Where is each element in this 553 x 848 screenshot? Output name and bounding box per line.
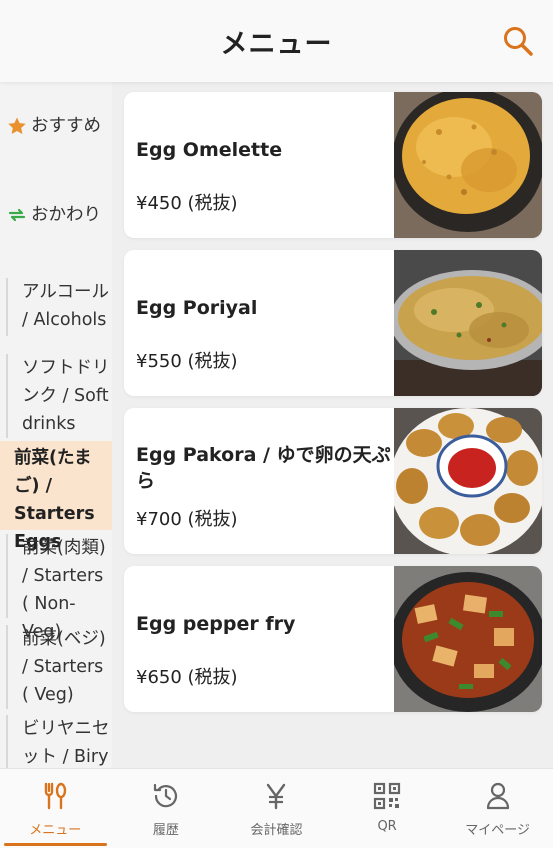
fork-knife-icon bbox=[40, 781, 70, 811]
sidebar-item-label: ビリヤニセット / Biry bbox=[22, 719, 110, 767]
person-icon bbox=[483, 781, 513, 811]
bottom-navigation: メニュー 履歴 会計確認 QR マイページ bbox=[0, 768, 553, 848]
yen-icon bbox=[261, 781, 291, 811]
nav-label: 履歴 bbox=[152, 823, 179, 838]
nav-bill-check[interactable]: 会計確認 bbox=[221, 769, 332, 848]
sidebar-item-starters-eggs[interactable]: 前菜(たまご) / Starters Eggs bbox=[0, 441, 112, 552]
sidebar-item-alcohols[interactable]: アルコール / Alcohols bbox=[6, 278, 112, 336]
nav-label: マイページ bbox=[465, 823, 531, 838]
sidebar-item-starters-non-veg[interactable]: 前菜(肉類) / Starters ( Non- Veg) bbox=[6, 534, 112, 642]
nav-label: 会計確認 bbox=[250, 823, 303, 838]
sidebar-item-recommended[interactable]: おすすめ bbox=[0, 112, 112, 140]
sidebar-item-starters-veg[interactable]: 前菜(ベジ) / Starters ( Veg) bbox=[6, 625, 112, 709]
menu-card-egg-omelette[interactable]: Egg Omelette ¥450 (税抜) bbox=[124, 92, 542, 238]
menu-item-price: ¥650 (税抜) bbox=[136, 667, 238, 688]
sidebar-item-label: おかわり bbox=[31, 205, 101, 225]
sidebar-item-biryani-set[interactable]: ビリヤニセット / Biry bbox=[6, 715, 112, 768]
sidebar-item-label: 前菜(ベジ) / Starters ( Veg) bbox=[22, 629, 106, 705]
qr-code-icon bbox=[372, 781, 402, 811]
search-button[interactable] bbox=[501, 24, 535, 58]
egg-omelette-image bbox=[394, 92, 542, 238]
menu-item-price: ¥700 (税抜) bbox=[136, 509, 238, 530]
menu-item-name: Egg Omelette bbox=[136, 139, 283, 161]
nav-history[interactable]: 履歴 bbox=[111, 769, 222, 848]
nav-label: メニュー bbox=[29, 823, 82, 838]
refresh-icon bbox=[7, 205, 27, 225]
category-sidebar: おすすめ おかわり アルコール / Alcohols ソフトドリンク / Sof… bbox=[0, 82, 112, 768]
sidebar-item-label: アルコール / Alcohols bbox=[22, 282, 109, 330]
menu-item-name: Egg pepper fry bbox=[136, 613, 296, 635]
nav-my-page[interactable]: マイページ bbox=[442, 769, 553, 848]
sidebar-item-soft-drinks[interactable]: ソフトドリンク / Soft drinks bbox=[6, 354, 112, 438]
search-icon bbox=[504, 27, 533, 56]
nav-qr[interactable]: QR bbox=[332, 769, 443, 848]
menu-item-price: ¥450 (税抜) bbox=[136, 193, 238, 214]
app-header: メニュー bbox=[0, 0, 553, 82]
star-icon bbox=[7, 116, 27, 136]
menu-card-egg-poriyal[interactable]: Egg Poriyal ¥550 (税抜) bbox=[124, 250, 542, 396]
nav-menu[interactable]: メニュー bbox=[0, 769, 111, 848]
egg-pakora-image bbox=[394, 408, 542, 554]
menu-card-egg-pepper-fry[interactable]: Egg pepper fry ¥650 (税抜) bbox=[124, 566, 542, 712]
menu-item-price: ¥550 (税抜) bbox=[136, 351, 238, 372]
sidebar-item-label: ソフトドリンク / Soft drinks bbox=[22, 358, 110, 434]
nav-label: QR bbox=[377, 819, 397, 834]
menu-item-name: Egg Poriyal bbox=[136, 297, 258, 319]
sidebar-item-label: おすすめ bbox=[31, 116, 101, 136]
egg-pepper-fry-image bbox=[394, 566, 542, 712]
page-title: メニュー bbox=[220, 28, 333, 60]
history-icon bbox=[151, 781, 181, 811]
egg-poriyal-image bbox=[394, 250, 542, 396]
sidebar-item-refill[interactable]: おかわり bbox=[0, 201, 112, 229]
menu-card-egg-pakora[interactable]: Egg Pakora / ゆで卵の天ぷら ¥700 (税抜) bbox=[124, 408, 542, 554]
menu-item-name: Egg Pakora / ゆで卵の天ぷら bbox=[136, 444, 391, 492]
